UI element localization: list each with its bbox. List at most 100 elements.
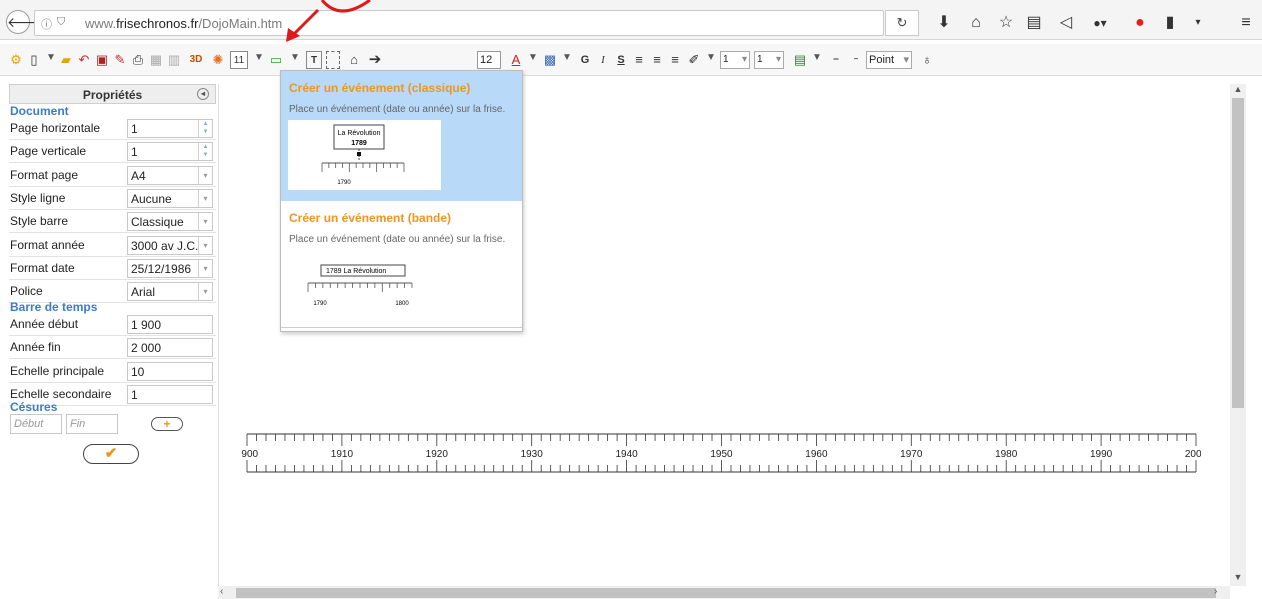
- menu-icon[interactable]: ≡: [1236, 13, 1256, 33]
- image-icon[interactable]: ⌂: [346, 51, 362, 69]
- line-style-select[interactable]: 1 ▾: [754, 51, 784, 69]
- timeline-ruler[interactable]: 1900 1910 1920 1930 1940 1950 1960 1970 1980 1990…: [241, 430, 1201, 476]
- print-icon[interactable]: ⎙: [130, 51, 146, 69]
- property-value-field[interactable]: 1 900: [127, 315, 213, 334]
- spinner-icon[interactable]: ▲ ▼: [198, 120, 212, 137]
- open-folder-icon[interactable]: ▰: [58, 51, 74, 69]
- cesure-debut-input[interactable]: Début: [10, 414, 62, 434]
- undo-icon[interactable]: ↶: [76, 51, 92, 69]
- line-width-select[interactable]: 1 ▾: [720, 51, 750, 69]
- property-label: Page horizontale: [10, 121, 101, 135]
- property-value-field[interactable]: 1 ▲ ▼: [127, 119, 213, 138]
- color-icon[interactable]: ●: [1130, 13, 1150, 33]
- property-value-field[interactable]: A4 ▾: [127, 165, 213, 185]
- property-label: Police: [10, 284, 43, 299]
- chevron-down-icon[interactable]: ▾: [198, 213, 212, 231]
- reload-button[interactable]: ↻: [885, 10, 919, 36]
- scroll-right-icon[interactable]: ›: [1214, 586, 1226, 599]
- property-value-field[interactable]: 3000 av J.C. ▾: [127, 235, 213, 255]
- back-button[interactable]: 🡐: [6, 10, 45, 34]
- scroll-down-icon[interactable]: ▼: [1232, 572, 1244, 584]
- 3d-button[interactable]: 3D: [186, 51, 206, 69]
- download-icon[interactable]: ⬇: [934, 13, 954, 33]
- align-right-icon[interactable]: ≡: [668, 51, 682, 69]
- battery-icon[interactable]: ▮: [1160, 13, 1180, 33]
- chevron-down-icon[interactable]: ▾: [198, 259, 212, 277]
- ruler-year-label: 1950: [710, 449, 733, 460]
- pdf-icon[interactable]: ✎: [112, 51, 128, 69]
- underline-button[interactable]: S: [614, 51, 628, 69]
- align-objects-icon[interactable]: ▤: [792, 51, 808, 69]
- copy-icon[interactable]: ▦: [148, 51, 164, 69]
- spinner-icon[interactable]: ▲ ▼: [198, 143, 212, 161]
- new-doc-icon[interactable]: ⚙: [8, 51, 24, 69]
- theme-icon[interactable]: ✺: [210, 51, 226, 69]
- event-dropdown-icon[interactable]: ▼: [254, 52, 264, 63]
- shield-icon[interactable]: ⛉: [57, 16, 65, 29]
- calendar-event-icon[interactable]: 11: [230, 51, 248, 69]
- font-color-dropdown-icon[interactable]: ▼: [528, 52, 538, 63]
- text-tool-button[interactable]: T: [306, 51, 322, 69]
- cesure-fin-input[interactable]: Fin: [66, 414, 118, 434]
- info-icon[interactable]: ⓘ: [41, 16, 52, 32]
- align-dropdown-icon[interactable]: ▼: [812, 52, 822, 63]
- save-icon[interactable]: ▣: [94, 51, 110, 69]
- menu-item-event-band[interactable]: Créer un événement (bande) Place un évén…: [281, 201, 522, 331]
- bookmark-star-icon[interactable]: ☆: [996, 13, 1016, 33]
- period-icon[interactable]: ▭: [268, 51, 284, 69]
- line-color-dropdown-icon[interactable]: ▼: [706, 52, 716, 63]
- chevron-down-icon[interactable]: ▾: [198, 283, 212, 301]
- chevron-down-icon[interactable]: ▾: [198, 166, 212, 184]
- bold-button[interactable]: G: [578, 51, 592, 69]
- property-value-field[interactable]: Aucune ▾: [127, 188, 213, 208]
- menu-item-event-classic[interactable]: Créer un événement (classique) Place un …: [281, 71, 522, 201]
- url-text[interactable]: www.frisechronos.fr/DojoMain.htm: [85, 16, 282, 31]
- addon-icon[interactable]: ●▾: [1090, 13, 1110, 33]
- validate-button[interactable]: ✔: [83, 444, 139, 464]
- dropdown-icon[interactable]: ▾: [1188, 13, 1208, 33]
- italic-button[interactable]: I: [596, 51, 610, 69]
- align-center-icon[interactable]: ≡: [650, 51, 664, 69]
- ruler-year-label: 1940: [615, 449, 638, 460]
- roman-scale-icon[interactable]: ┉: [848, 51, 864, 69]
- send-icon[interactable]: ◁: [1056, 13, 1076, 33]
- arrow-tool-icon[interactable]: ➔: [366, 51, 384, 69]
- vertical-scroll-thumb[interactable]: [1232, 98, 1244, 408]
- event-dropdown-menu: Créer un événement (classique) Place un …: [280, 70, 523, 332]
- scale-icon[interactable]: ═: [828, 51, 844, 69]
- property-value: 1 900: [131, 318, 162, 332]
- lightbulb-icon[interactable]: ♁: [920, 51, 934, 69]
- chevron-down-icon[interactable]: ▾: [198, 236, 212, 254]
- scroll-up-icon[interactable]: ▲: [1232, 84, 1244, 96]
- menu-item-title: Créer un événement (classique): [289, 81, 471, 95]
- chevron-down-icon[interactable]: ▾: [198, 189, 212, 207]
- property-value-field[interactable]: 1 ▲ ▼: [127, 142, 213, 162]
- property-value-field[interactable]: Classique ▾: [127, 212, 213, 232]
- ruler-year-label: 1910: [331, 449, 354, 460]
- preview-tick-label: 1800: [395, 301, 409, 307]
- property-value-field[interactable]: 1: [127, 384, 213, 404]
- font-size-input[interactable]: 12: [477, 51, 501, 69]
- align-left-icon[interactable]: ≡: [632, 51, 646, 69]
- dropdown-icon[interactable]: ▼: [46, 52, 56, 63]
- property-value-field[interactable]: 25/12/1986 ▾: [127, 258, 213, 278]
- url-bar[interactable]: ⓘ ⛉ www.frisechronos.fr/DojoMain.htm: [34, 10, 884, 36]
- horizontal-scroll-thumb[interactable]: [236, 588, 1216, 598]
- home-icon[interactable]: ⌂: [966, 13, 986, 33]
- add-cesure-button[interactable]: +: [151, 417, 183, 431]
- paste-icon[interactable]: ▥: [166, 51, 182, 69]
- fill-color-icon[interactable]: ▩: [542, 51, 558, 69]
- unit-select[interactable]: Point ▾: [866, 51, 912, 69]
- collapse-icon[interactable]: ◂: [197, 88, 209, 100]
- font-color-icon[interactable]: A: [508, 51, 524, 69]
- page-icon[interactable]: ▯: [26, 51, 42, 69]
- property-value-field[interactable]: 10: [127, 361, 213, 381]
- reading-list-icon[interactable]: ▤: [1024, 13, 1044, 33]
- property-value-field[interactable]: Arial ▾: [127, 282, 213, 302]
- line-color-icon[interactable]: ✐: [686, 51, 702, 69]
- frame-tool-icon[interactable]: [326, 51, 340, 69]
- period-dropdown-icon[interactable]: ▼: [290, 52, 300, 63]
- scroll-left-icon[interactable]: ‹: [220, 586, 232, 599]
- fill-dropdown-icon[interactable]: ▼: [562, 52, 572, 63]
- property-value-field[interactable]: 2 000: [127, 338, 213, 358]
